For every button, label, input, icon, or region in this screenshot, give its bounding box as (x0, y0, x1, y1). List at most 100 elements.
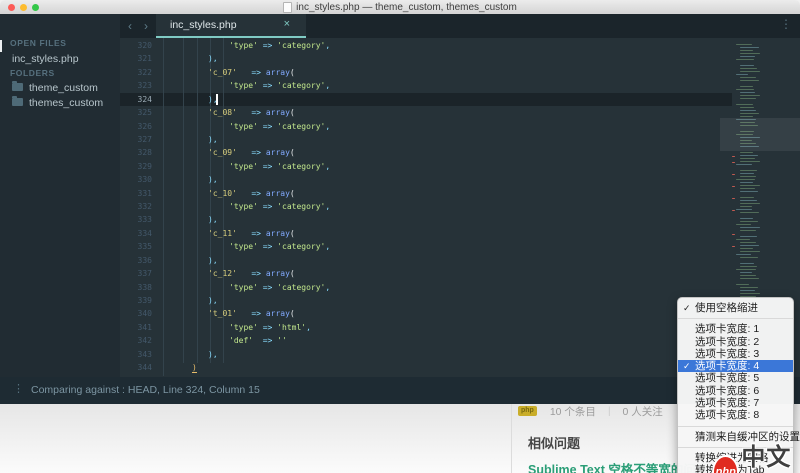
code-line[interactable]: ), (208, 93, 218, 106)
code-line[interactable]: ), (208, 173, 218, 186)
code-line[interactable]: 'c_07' => array( (208, 66, 295, 79)
status-menu-icon[interactable]: ⋮ (13, 382, 24, 395)
minimap-line (740, 71, 760, 72)
minimap-line (740, 272, 752, 273)
minimap-line (740, 161, 760, 162)
sidebar: OPEN FILES inc_styles.php FOLDERS theme_… (0, 14, 120, 377)
code-line[interactable]: 'type' => 'category', (229, 160, 330, 173)
code-line[interactable]: 't_01' => array( (208, 307, 295, 320)
minimap-viewport[interactable] (720, 118, 800, 151)
menu-item[interactable]: ✓选项卡宽度: 4 (678, 360, 793, 372)
menu-item[interactable]: 选项卡宽度: 3 (678, 348, 793, 360)
code-line[interactable]: 'type' => 'category', (229, 120, 330, 133)
minimap-line (740, 263, 754, 264)
minimap-line (740, 230, 756, 231)
code-line[interactable]: ), (208, 348, 218, 361)
folders-header: FOLDERS (10, 68, 55, 78)
minimap-line (740, 50, 753, 51)
minimap-line (740, 56, 755, 57)
minimap-line (740, 293, 760, 294)
code-line[interactable]: ), (208, 133, 218, 146)
follower-count: 0 人关注 (623, 404, 663, 419)
code-line[interactable]: ), (208, 213, 218, 226)
menu-item[interactable]: 选项卡宽度: 1 (678, 323, 793, 335)
minimap-line (740, 251, 760, 252)
line-number: 330 (120, 173, 152, 186)
code-line[interactable]: 'type' => 'category', (229, 281, 330, 294)
menu-item[interactable]: 选项卡宽度: 8 (678, 409, 793, 421)
minimap-line (740, 191, 758, 192)
line-number: 329 (120, 160, 152, 173)
minimap-line (740, 188, 755, 189)
minimap-line (740, 170, 757, 171)
line-number: 342 (120, 334, 152, 347)
minimap-line (740, 95, 760, 96)
code-line[interactable]: ), (208, 52, 218, 65)
minimap-line (740, 245, 759, 246)
line-number: 339 (120, 294, 152, 307)
close-tab-icon[interactable]: × (284, 18, 290, 30)
code-line[interactable]: 'c_11' => array( (208, 227, 295, 240)
history-back-icon[interactable]: ‹ (128, 18, 132, 34)
sidebar-item-folder-themes-custom[interactable]: themes_custom (12, 97, 103, 109)
code-line[interactable]: ), (208, 294, 218, 307)
code-line[interactable]: 'type' => 'category', (229, 200, 330, 213)
minimap-change-marker (732, 234, 735, 235)
code-line[interactable]: ), (208, 254, 218, 267)
code-line[interactable]: 'c_08' => array( (208, 106, 295, 119)
code-line[interactable]: 'type' => 'category', (229, 79, 330, 92)
history-forward-icon[interactable]: › (144, 18, 148, 34)
menu-item-label: 选项卡宽度: 2 (695, 336, 759, 348)
minimap-line (740, 158, 755, 159)
topic-meta: php 10 个条目 | 0 人关注 (518, 404, 663, 418)
line-number: 343 (120, 348, 152, 361)
code-line[interactable]: 'type' => 'category', (229, 240, 330, 253)
minimap-line (740, 65, 754, 66)
window-title-area: inc_styles.php — theme_custom, themes_cu… (0, 0, 800, 14)
line-number: 344 (120, 361, 152, 374)
code-line[interactable]: 'def' => '' (229, 334, 287, 347)
minimap-line (740, 107, 754, 108)
active-file-indicator (0, 40, 2, 52)
code-line[interactable]: 'type' => 'category', (229, 39, 330, 52)
minimap-line (736, 74, 748, 75)
sidebar-item-open-file[interactable]: inc_styles.php (12, 53, 79, 65)
line-number: 320 (120, 39, 152, 52)
line-number: 326 (120, 120, 152, 133)
indent-guide (183, 38, 184, 363)
window-titlebar: inc_styles.php — theme_custom, themes_cu… (0, 0, 800, 15)
code-line[interactable]: 'c_12' => array( (208, 267, 295, 280)
code-line[interactable]: 'type' => 'html', (229, 321, 311, 334)
minimap-line (736, 239, 750, 240)
tab-inc-styles-php[interactable]: inc_styles.php × (156, 14, 306, 38)
minimap-line (740, 155, 758, 156)
status-text: Comparing against : HEAD, Line 324, Colu… (31, 384, 260, 396)
minimap-line (740, 278, 759, 279)
menu-item[interactable]: 选项卡宽度: 2 (678, 336, 793, 348)
menu-separator (678, 426, 793, 427)
minimap-line (740, 248, 753, 249)
minimap-line (740, 275, 756, 276)
minimap-line (740, 206, 752, 207)
menu-item-label: 使用空格缩进 (695, 302, 758, 314)
topic-tag-badge[interactable]: php (518, 406, 537, 416)
line-number: 331 (120, 187, 152, 200)
menu-item[interactable]: 选项卡宽度: 5 (678, 372, 793, 384)
menu-item[interactable]: ✓使用空格缩进 (678, 302, 793, 314)
line-number: 322 (120, 66, 152, 79)
minimap-line (740, 221, 758, 222)
minimap-change-marker (732, 246, 735, 247)
minimap-line (740, 227, 760, 228)
menu-item[interactable]: 选项卡宽度: 6 (678, 385, 793, 397)
indent-guide (163, 38, 164, 376)
watermark-logo: php 中文网 (712, 437, 800, 473)
minimap-line (740, 242, 756, 243)
code-line[interactable]: 'c_09' => array( (208, 146, 295, 159)
code-line[interactable]: 'c_10' => array( (208, 187, 295, 200)
overflow-menu-icon[interactable]: ⋮ (780, 17, 792, 31)
sidebar-item-folder-theme-custom[interactable]: theme_custom (12, 82, 98, 94)
minimap-line (740, 182, 753, 183)
code-line[interactable]: ) (192, 361, 197, 374)
menu-item[interactable]: 选项卡宽度: 7 (678, 397, 793, 409)
menu-separator (678, 318, 793, 319)
